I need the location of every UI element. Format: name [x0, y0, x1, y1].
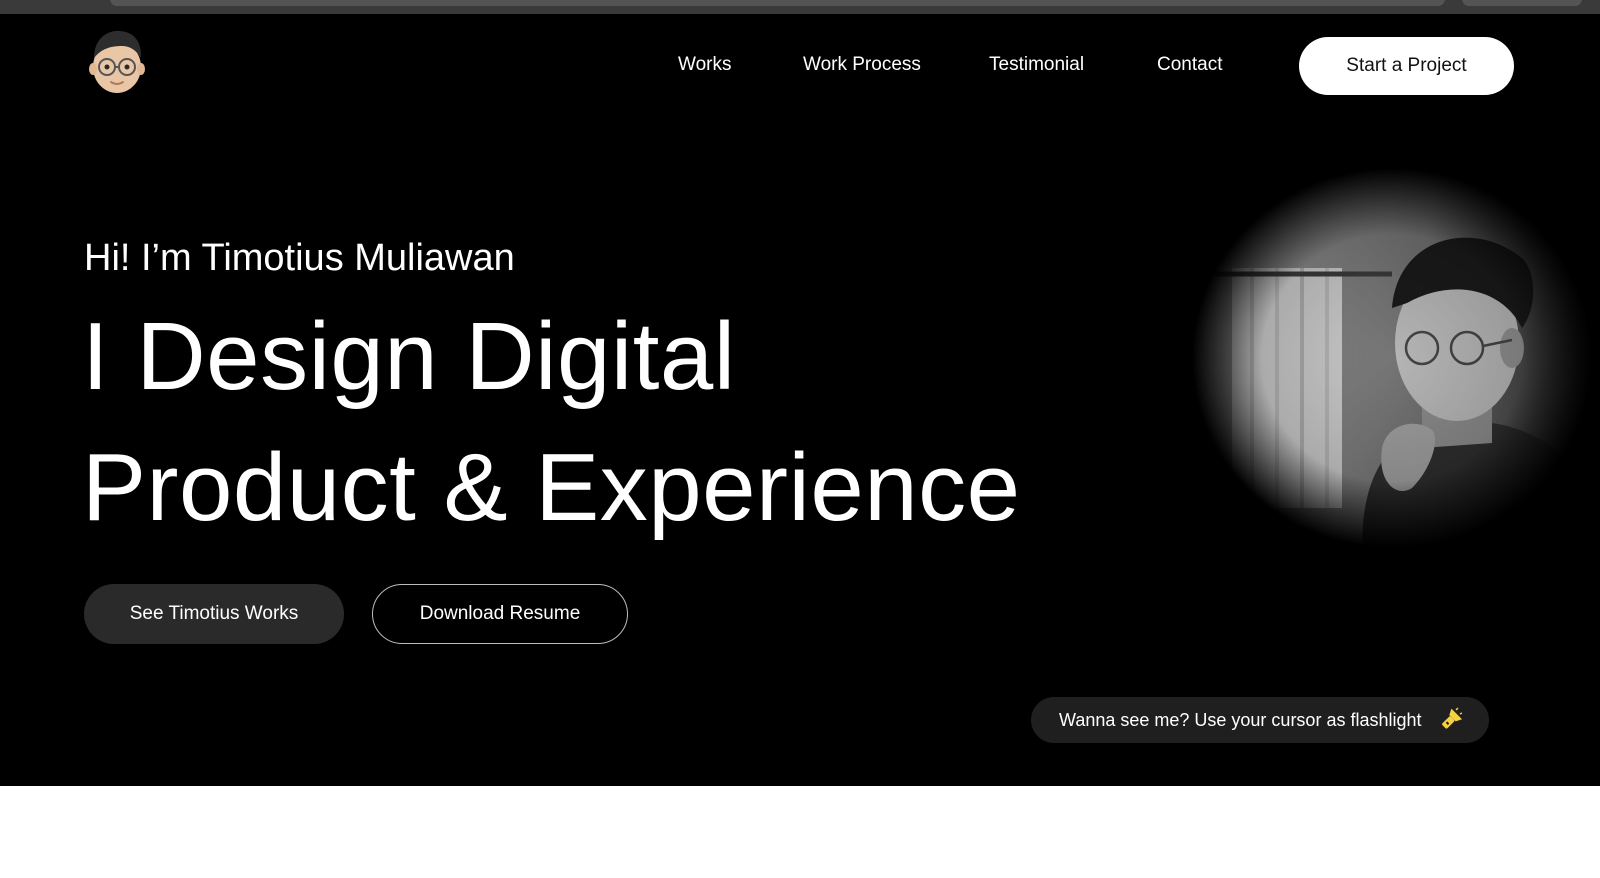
start-project-button[interactable]: Start a Project — [1299, 37, 1514, 95]
top-strip — [0, 0, 1600, 14]
nav-item-work-process[interactable]: Work Process — [803, 50, 921, 80]
flashlight-hint-text: Wanna see me? Use your cursor as flashli… — [1059, 710, 1422, 730]
nav-item-contact[interactable]: Contact — [1157, 50, 1222, 80]
nav-item-testimonial[interactable]: Testimonial — [989, 50, 1084, 80]
hero-headline-line2: Product & Experience — [82, 434, 1021, 541]
top-strip-pill — [110, 0, 1445, 6]
hero-section: Works Work Process Testimonial Contact S… — [0, 0, 1600, 786]
portrait-photo — [1192, 168, 1592, 548]
download-resume-button[interactable]: Download Resume — [372, 584, 628, 644]
see-works-button[interactable]: See Timotius Works — [84, 584, 344, 644]
nav-item-works[interactable]: Works — [678, 50, 731, 80]
memoji-avatar-icon[interactable] — [86, 28, 148, 96]
hero-headline-line1: I Design Digital — [82, 303, 736, 410]
flashlight-icon — [1442, 707, 1463, 729]
top-strip-pill — [1462, 0, 1582, 6]
hero-greeting: Hi! I’m Timotius Muliawan — [84, 237, 515, 279]
flashlight-hint: Wanna see me? Use your cursor as flashli… — [1031, 697, 1489, 743]
